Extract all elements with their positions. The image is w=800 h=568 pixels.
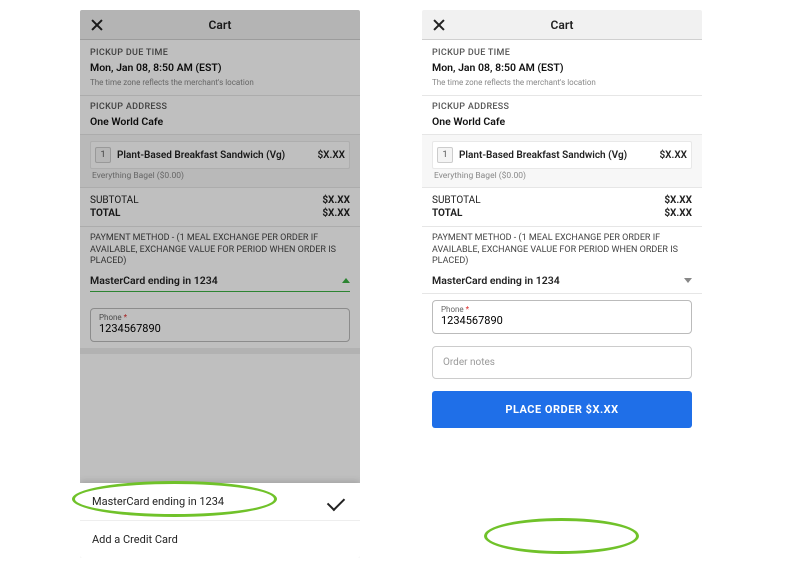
- page-title: Cart: [209, 18, 232, 32]
- chevron-down-icon: [684, 278, 692, 283]
- item-qty: 1: [437, 147, 453, 163]
- payment-section: PAYMENT METHOD - (1 MEAL EXCHANGE PER OR…: [80, 227, 360, 298]
- pickup-time-note: The time zone reflects the merchant's lo…: [90, 78, 350, 87]
- close-icon: [430, 16, 448, 34]
- payment-method-label: PAYMENT METHOD - (1 MEAL EXCHANGE PER OR…: [90, 233, 350, 268]
- scroll-indicator: [80, 348, 360, 354]
- subtotal-value: $X.XX: [664, 195, 692, 206]
- subtotal-value: $X.XX: [322, 195, 350, 206]
- pickup-time-label: PICKUP DUE TIME: [432, 48, 692, 58]
- required-mark: *: [466, 305, 469, 314]
- pickup-address-value: One World Cafe: [90, 115, 350, 128]
- payment-method-select[interactable]: MasterCard ending in 1234: [90, 274, 350, 292]
- close-icon: [88, 16, 106, 34]
- order-notes-input[interactable]: Order notes: [432, 346, 692, 379]
- payment-section: PAYMENT METHOD - (1 MEAL EXCHANGE PER OR…: [422, 227, 702, 294]
- page-title: Cart: [551, 18, 574, 32]
- phone-label: Phone: [441, 305, 464, 314]
- cart-screen-payment-open: Cart PICKUP DUE TIME Mon, Jan 08, 8:50 A…: [80, 10, 360, 558]
- place-order-button[interactable]: PLACE ORDER $X.XX: [432, 391, 692, 428]
- pickup-address-label: PICKUP ADDRESS: [90, 102, 350, 112]
- payment-method-select[interactable]: MasterCard ending in 1234: [432, 274, 692, 287]
- totals-section: SUBTOTAL $X.XX TOTAL $X.XX: [80, 188, 360, 227]
- notes-section: Order notes: [422, 340, 702, 385]
- total-label: TOTAL: [432, 208, 462, 219]
- place-order-label: PLACE ORDER $X.XX: [505, 403, 618, 416]
- total-value: $X.XX: [664, 208, 692, 219]
- payment-method-selected: MasterCard ending in 1234: [90, 274, 218, 287]
- payment-options-sheet: MasterCard ending in 1234 Add a Credit C…: [80, 483, 360, 558]
- titlebar: Cart: [80, 10, 360, 40]
- item-name: Plant-Based Breakfast Sandwich (Vg): [117, 150, 311, 161]
- item-qty: 1: [95, 147, 111, 163]
- cart-screen-ready: Cart PICKUP DUE TIME Mon, Jan 08, 8:50 A…: [422, 10, 702, 558]
- phone-field[interactable]: Phone *: [90, 308, 350, 342]
- phone-section: Phone *: [422, 294, 702, 340]
- pickup-address-value: One World Cafe: [432, 115, 692, 128]
- cart-items-section: 1 Plant-Based Breakfast Sandwich (Vg) $X…: [80, 135, 360, 188]
- subtotal-label: SUBTOTAL: [432, 195, 481, 206]
- subtotal-label: SUBTOTAL: [90, 195, 139, 206]
- cart-items-section: 1 Plant-Based Breakfast Sandwich (Vg) $X…: [422, 135, 702, 188]
- item-price: $X.XX: [317, 150, 345, 161]
- pickup-time-note: The time zone reflects the merchant's lo…: [432, 78, 692, 87]
- pickup-address-label: PICKUP ADDRESS: [432, 102, 692, 112]
- pickup-time-label: PICKUP DUE TIME: [90, 48, 350, 58]
- phone-field[interactable]: Phone *: [432, 300, 692, 334]
- pickup-address-section: PICKUP ADDRESS One World Cafe: [80, 96, 360, 135]
- pickup-time-value: Mon, Jan 08, 8:50 AM (EST): [432, 61, 692, 74]
- titlebar: Cart: [422, 10, 702, 40]
- close-button[interactable]: [88, 16, 106, 34]
- phone-input[interactable]: [99, 322, 341, 335]
- item-modifier: Everything Bagel ($0.00): [90, 169, 350, 181]
- pickup-time-section: PICKUP DUE TIME Mon, Jan 08, 8:50 AM (ES…: [80, 40, 360, 96]
- sheet-option-card-label: MasterCard ending in 1234: [92, 495, 224, 508]
- total-value: $X.XX: [322, 208, 350, 219]
- cart-item-row[interactable]: 1 Plant-Based Breakfast Sandwich (Vg) $X…: [432, 141, 692, 169]
- total-label: TOTAL: [90, 208, 120, 219]
- item-name: Plant-Based Breakfast Sandwich (Vg): [459, 150, 653, 161]
- pickup-time-section: PICKUP DUE TIME Mon, Jan 08, 8:50 AM (ES…: [422, 40, 702, 96]
- sheet-option-add-label: Add a Credit Card: [92, 533, 178, 546]
- sheet-option-add-card[interactable]: Add a Credit Card: [80, 521, 360, 558]
- pickup-time-value: Mon, Jan 08, 8:50 AM (EST): [90, 61, 350, 74]
- item-modifier: Everything Bagel ($0.00): [432, 169, 692, 181]
- pickup-address-section: PICKUP ADDRESS One World Cafe: [422, 96, 702, 135]
- phone-input[interactable]: [441, 314, 683, 327]
- checkmark-icon: [327, 492, 345, 510]
- payment-method-selected: MasterCard ending in 1234: [432, 274, 560, 287]
- close-button[interactable]: [430, 16, 448, 34]
- totals-section: SUBTOTAL $X.XX TOTAL $X.XX: [422, 188, 702, 227]
- phone-section: Phone *: [80, 298, 360, 348]
- item-price: $X.XX: [659, 150, 687, 161]
- sheet-option-mastercard[interactable]: MasterCard ending in 1234: [80, 483, 360, 521]
- payment-method-label: PAYMENT METHOD - (1 MEAL EXCHANGE PER OR…: [432, 233, 692, 268]
- required-mark: *: [124, 313, 127, 322]
- chevron-up-icon: [342, 278, 350, 283]
- order-notes-placeholder: Order notes: [443, 357, 495, 368]
- cart-item-row[interactable]: 1 Plant-Based Breakfast Sandwich (Vg) $X…: [90, 141, 350, 169]
- cta-section: PLACE ORDER $X.XX: [422, 385, 702, 436]
- phone-label: Phone: [99, 313, 122, 322]
